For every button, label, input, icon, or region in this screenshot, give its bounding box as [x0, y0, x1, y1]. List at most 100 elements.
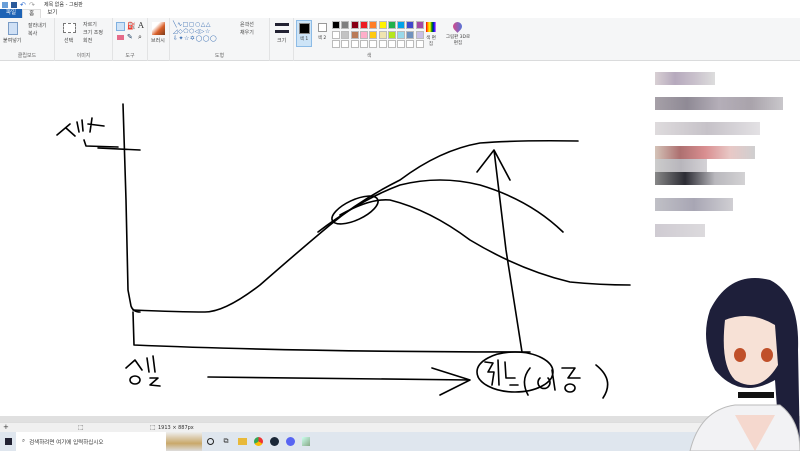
title-bar: ↶ ↷ 제목 없음 - 그림판 — [0, 0, 800, 9]
steam-icon[interactable] — [266, 432, 282, 451]
pencil-icon[interactable] — [116, 22, 125, 31]
curve-decline — [339, 198, 631, 286]
tab-view[interactable]: 보기 — [41, 9, 63, 18]
handwriting-top-left — [56, 117, 141, 151]
palette-swatch[interactable] — [397, 21, 406, 29]
palette-swatch[interactable] — [332, 21, 340, 29]
custom-color-slot[interactable] — [387, 40, 396, 48]
paste-icon[interactable] — [8, 22, 18, 35]
brushes-group: 브러시 — [148, 18, 170, 61]
edit-colors-icon[interactable] — [426, 22, 436, 32]
color2-button[interactable]: 색 2 — [315, 20, 329, 47]
palette-swatch[interactable] — [350, 30, 359, 39]
custom-color-slot[interactable] — [332, 40, 340, 48]
colors-group-label: 색 — [366, 53, 372, 59]
search-placeholder: 검색하려면 여기에 입력하십시오 — [29, 439, 104, 446]
x-arrow — [207, 367, 471, 396]
palette-swatch[interactable] — [341, 30, 350, 39]
custom-color-slot[interactable] — [397, 40, 406, 48]
custom-color-slot[interactable] — [341, 40, 350, 48]
palette-swatch[interactable] — [378, 30, 387, 39]
chrome-icon[interactable] — [250, 432, 266, 451]
outline-dropdown[interactable]: 윤곽선 — [240, 21, 254, 28]
select-icon[interactable] — [63, 23, 76, 33]
color1-button[interactable]: 색 1 — [296, 20, 312, 47]
color1-label: 색 1 — [299, 37, 309, 42]
custom-color-slot[interactable] — [369, 40, 378, 48]
windows-icon — [4, 438, 12, 445]
select-button[interactable]: 선택 — [64, 37, 73, 44]
palette-swatch[interactable] — [387, 21, 396, 29]
task-view-icon[interactable]: ⧉ — [218, 432, 234, 451]
tab-home[interactable]: 홈 — [22, 9, 42, 18]
selection-icon: ⬚ — [78, 424, 84, 431]
save-icon[interactable] — [11, 1, 17, 8]
palette-swatch[interactable] — [369, 30, 378, 39]
resize-button[interactable]: 크기 조정 — [83, 29, 103, 36]
paint-taskbar-icon[interactable] — [298, 432, 314, 451]
paste-button[interactable]: 붙여넣기 — [3, 37, 21, 44]
palette-swatch[interactable] — [341, 21, 350, 29]
highlight-circle — [331, 195, 379, 225]
cortana-icon[interactable] — [202, 432, 218, 451]
eraser-icon[interactable] — [117, 35, 124, 40]
size-icon[interactable] — [275, 23, 289, 33]
palette-swatch[interactable] — [387, 30, 396, 39]
palette-swatch[interactable] — [406, 30, 415, 39]
brushes-button[interactable]: 브러시 — [151, 37, 165, 44]
y-axis-line — [122, 103, 141, 313]
edit-colors-button[interactable]: 색 편집 — [425, 35, 437, 47]
fill-icon[interactable]: ⛽ — [127, 22, 136, 30]
blurred-overlay-2 — [655, 159, 707, 172]
text-icon[interactable]: A — [138, 21, 144, 30]
palette-swatch[interactable] — [369, 21, 378, 29]
color-picker-icon[interactable]: ✎ — [127, 33, 133, 41]
paint3d-group: 그림판 3D로 편집 — [444, 18, 472, 61]
discord-icon[interactable] — [282, 432, 298, 451]
blurred-overlay-4 — [655, 198, 733, 211]
canvas-dimensions: 1913 × 887px — [158, 425, 194, 431]
custom-color-slot[interactable] — [350, 40, 359, 48]
brush-icon[interactable] — [152, 22, 165, 35]
cut-button[interactable]: 잘라내기 — [28, 22, 46, 29]
palette-swatch[interactable] — [359, 30, 368, 39]
redo-icon[interactable]: ↷ — [29, 1, 35, 8]
custom-color-slot[interactable] — [406, 40, 415, 48]
image-group: 선택 자르기 크기 조정 회전 이미지 — [55, 18, 113, 61]
handwriting-bottom-left — [125, 355, 161, 387]
crop-button[interactable]: 자르기 — [83, 21, 97, 28]
paint3d-icon[interactable] — [451, 20, 464, 33]
blurred-overlay-5 — [655, 224, 705, 237]
custom-color-slot[interactable] — [378, 40, 387, 48]
palette-swatch[interactable] — [415, 30, 424, 39]
custom-color-slot[interactable] — [415, 40, 424, 48]
start-button[interactable] — [0, 432, 16, 451]
rotate-button[interactable]: 회전 — [83, 37, 92, 44]
copy-button[interactable]: 복사 — [28, 30, 37, 37]
shapes-gallery[interactable]: ╲∿□▢○△△ ◿◇⬠⬡◁▷☆ ⇩✦☆✡◯◯◯ — [173, 21, 237, 42]
size-button[interactable]: 크기 — [277, 37, 286, 44]
palette-swatch[interactable] — [406, 21, 415, 29]
file-explorer-icon[interactable] — [234, 432, 250, 451]
palette-swatch[interactable] — [332, 30, 340, 39]
fill-dropdown[interactable]: 채우기 — [240, 29, 254, 36]
edit-with-paint3d-button[interactable]: 그림판 3D로 편집 — [444, 34, 472, 46]
vtuber-avatar — [689, 278, 800, 451]
tools-group: ⛽ A ✎ ⌕ 도구 — [113, 18, 148, 61]
shapes-group-label: 도형 — [214, 53, 225, 59]
magnifier-icon[interactable]: ⌕ — [138, 33, 142, 42]
ribbon: 붙여넣기 잘라내기 복사 클립보드 선택 자르기 크기 조정 회전 이미지 ⛽ … — [0, 18, 800, 61]
taskbar-search[interactable]: ⌕ 검색하려면 여기에 입력하십시오 — [16, 432, 166, 451]
palette-swatch[interactable] — [397, 30, 406, 39]
palette-swatch[interactable] — [415, 21, 424, 29]
palette-swatch[interactable] — [378, 21, 387, 29]
palette-swatch[interactable] — [359, 21, 368, 29]
ribbon-tabs: 파일 홈 보기 — [0, 9, 800, 18]
handwriting-bottom-right — [484, 359, 609, 399]
palette-swatch[interactable] — [350, 21, 359, 29]
custom-color-slot[interactable] — [359, 40, 368, 48]
color2-label: 색 2 — [317, 36, 327, 41]
tab-file[interactable]: 파일 — [0, 9, 23, 18]
clipboard-group: 붙여넣기 잘라내기 복사 클립보드 — [0, 18, 55, 61]
undo-icon[interactable]: ↶ — [20, 1, 26, 8]
